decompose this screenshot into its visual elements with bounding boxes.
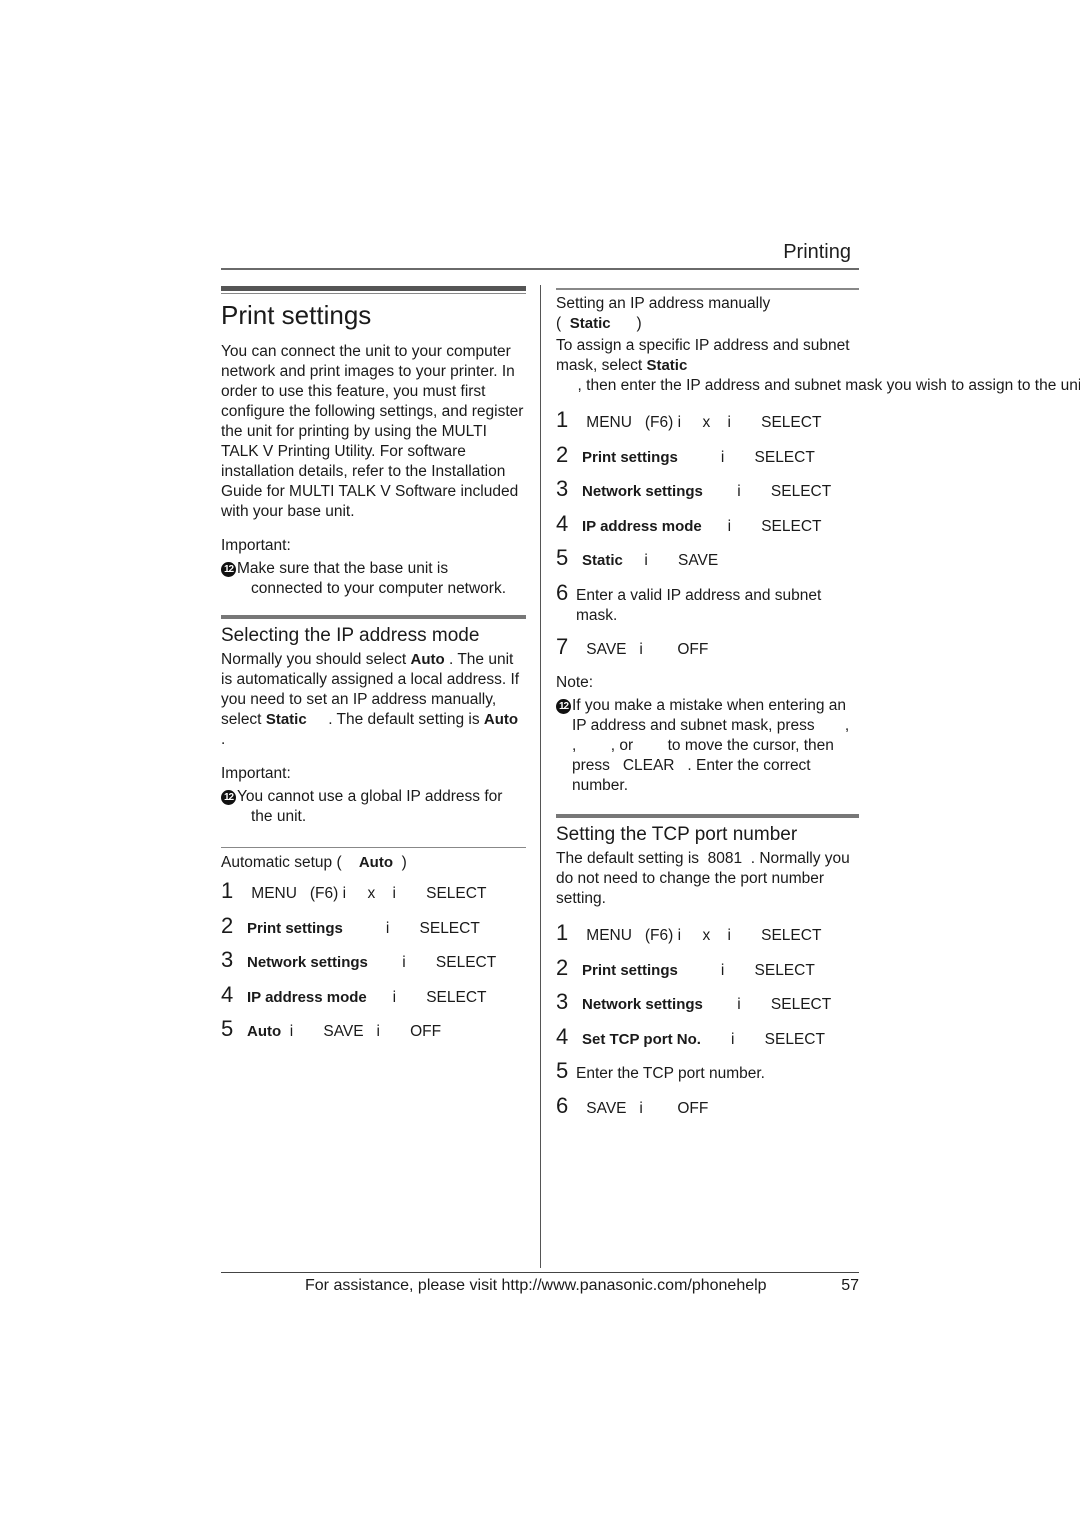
footer-assistance-text: For assistance, please visit http://www.… <box>305 1277 767 1294</box>
subsection-rule <box>556 288 859 290</box>
manual-steps: 1 MENU (F6) i x i SELECT 2 Print settings… <box>556 407 859 671</box>
important-label: Important: <box>221 537 291 554</box>
page-number: 57 <box>841 1277 859 1294</box>
important-note-2: 12 You cannot use a global IP address fo… <box>221 787 526 827</box>
step: 2 Print settings i SELECT <box>556 954 815 980</box>
step: 1 MENU (F6) i x i SELECT <box>221 878 487 903</box>
auto-option-text: Auto <box>410 651 445 668</box>
important-note: 12 Make sure that the base unit is conne… <box>221 559 526 599</box>
step: 5 Auto i SAVE i OFF <box>221 1016 442 1041</box>
important2-text-line-1: You cannot use a global IP address for <box>237 788 503 805</box>
manual-heading: Setting an IP address manually <box>556 295 771 312</box>
note-item: 12 If you make a mistake when entering a… <box>556 696 859 796</box>
right-column: Setting an IP address manually ( Static … <box>556 286 1080 1130</box>
auto-default-text: Auto <box>483 711 519 728</box>
footer-rule <box>221 1272 859 1273</box>
tcp-paragraph: The default setting is 8081 . Normally y… <box>556 850 855 907</box>
ip-mode-paragraph: Normally you should select Auto . The un… <box>221 651 520 748</box>
important-label-2: Important: <box>221 765 291 782</box>
section-title-ip-mode: Selecting the IP address mode <box>221 625 480 646</box>
section-title-tcp: Setting the TCP port number <box>556 824 798 845</box>
left-column: Print settings You can connect the unit … <box>221 286 526 1054</box>
step: 3 Network settings i SELECT <box>221 947 497 972</box>
step: 3 Network settings i SELECT <box>556 476 832 501</box>
important-text-line-2: connected to your computer network. <box>251 580 507 597</box>
static-option-text: Static <box>265 711 307 728</box>
bullet-icon: 12 <box>221 790 236 805</box>
note-label: Note: <box>556 674 594 691</box>
step: 2 Print settings i SELECT <box>221 912 480 938</box>
auto-setup-steps: 1 MENU (F6) i x i SELECT 2 Print settings… <box>221 878 526 1054</box>
step: 4 Set TCP port No. i SELECT <box>556 1023 825 1049</box>
step: 5 Static i SAVE <box>556 545 719 570</box>
important2-text-line-2: the unit. <box>251 808 307 825</box>
auto-setup-heading: Automatic setup ( Auto ) <box>221 854 407 871</box>
section-rule <box>556 814 859 818</box>
static-option-text: Static <box>646 357 688 374</box>
step: 4 IP address mode i SELECT <box>556 510 822 536</box>
page-title: Print settings <box>221 300 372 330</box>
step: 6 SAVE i OFF <box>556 1092 709 1118</box>
section-rule <box>221 615 526 619</box>
step: 4 IP address mode i SELECT <box>221 981 487 1007</box>
bullet-icon: 12 <box>556 699 571 714</box>
important-text-line-1: Make sure that the base unit is <box>237 560 449 577</box>
step: 3 Network settings i SELECT <box>556 989 832 1014</box>
tcp-steps: 1 MENU (F6) i x i SELECT 2 Print settings… <box>556 920 859 1130</box>
title-bar-thin <box>221 293 526 294</box>
header-rule <box>221 268 859 270</box>
step: 7 SAVE i OFF <box>556 633 709 659</box>
step: 1 MENU (F6) i x i SELECT <box>556 920 822 945</box>
manual-paragraph: To assign a specific IP address and subn… <box>556 337 1080 394</box>
column-divider <box>540 285 541 1268</box>
step: 6 Enter a valid IP address and subnet mas… <box>556 579 822 624</box>
note-text: If you make a mistake when entering an I… <box>572 697 884 794</box>
intro-paragraph: You can connect the unit to your compute… <box>221 343 524 520</box>
step: 2 Print settings i SELECT <box>556 441 815 467</box>
subsection-rule <box>221 847 526 848</box>
bullet-icon: 12 <box>221 562 236 577</box>
step: 5 Enter the TCP port number. <box>556 1058 765 1083</box>
manual-heading-option: ( Static ) <box>556 315 642 332</box>
step: 1 MENU (F6) i x i SELECT <box>556 407 822 432</box>
title-bar <box>221 286 526 291</box>
running-head: Printing <box>783 241 851 263</box>
